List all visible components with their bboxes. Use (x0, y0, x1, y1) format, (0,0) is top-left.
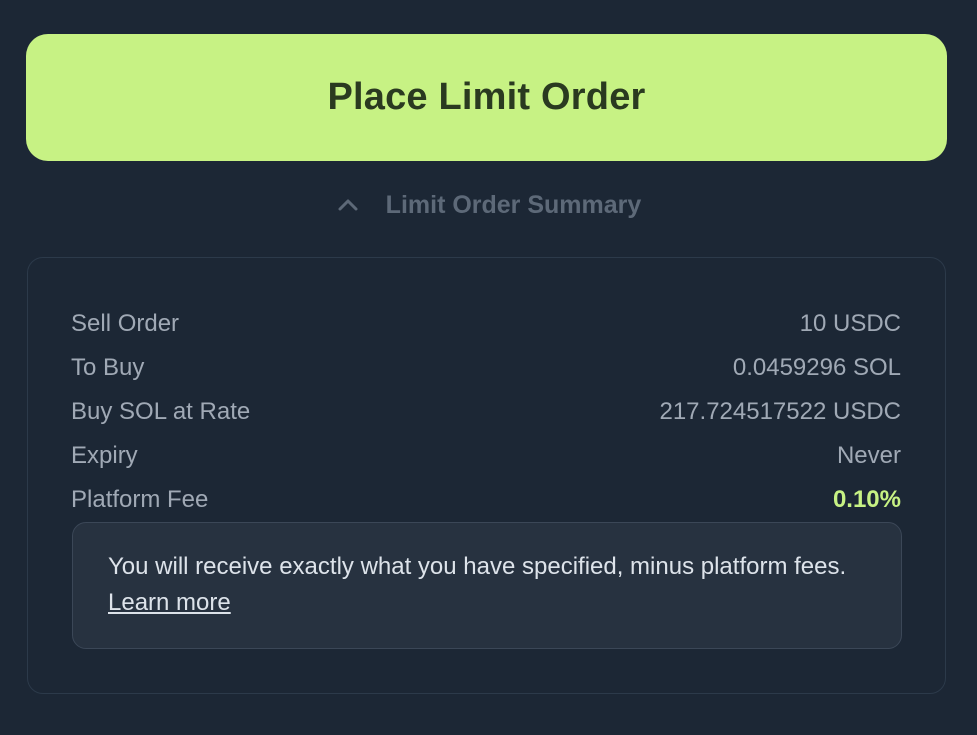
limit-order-summary-card: Sell Order 10 USDC To Buy 0.0459296 SOL … (27, 257, 946, 694)
summary-row-rate: Buy SOL at Rate 217.724517522 USDC (71, 390, 901, 434)
platform-fee-label: Platform Fee (71, 486, 209, 513)
summary-rows: Sell Order 10 USDC To Buy 0.0459296 SOL … (71, 302, 901, 522)
platform-fee-value: 0.10% (832, 486, 901, 513)
fee-info-note: You will receive exactly what you have s… (72, 522, 902, 649)
summary-row-to-buy: To Buy 0.0459296 SOL (71, 346, 901, 390)
chevron-up-icon (338, 199, 358, 211)
to-buy-label: To Buy (71, 354, 145, 381)
fee-info-text: You will receive exactly what you have s… (108, 553, 847, 580)
limit-order-summary-toggle[interactable]: Limit Order Summary (0, 186, 977, 224)
place-limit-order-label: Place Limit Order (327, 76, 646, 118)
sell-order-value: 10 USDC (799, 310, 901, 337)
sell-order-label: Sell Order (71, 310, 180, 337)
summary-row-platform-fee: Platform Fee 0.10% (71, 478, 901, 522)
place-limit-order-button[interactable]: Place Limit Order (26, 34, 947, 161)
rate-value: 217.724517522 USDC (659, 398, 901, 425)
limit-order-summary-label: Limit Order Summary (385, 190, 642, 219)
summary-row-sell-order: Sell Order 10 USDC (71, 302, 901, 346)
to-buy-value: 0.0459296 SOL (732, 354, 901, 381)
expiry-value: Never (836, 442, 901, 469)
summary-row-expiry: Expiry Never (71, 434, 901, 478)
learn-more-link[interactable]: Learn more (108, 589, 231, 616)
expiry-label: Expiry (71, 442, 138, 469)
rate-label: Buy SOL at Rate (71, 398, 251, 425)
